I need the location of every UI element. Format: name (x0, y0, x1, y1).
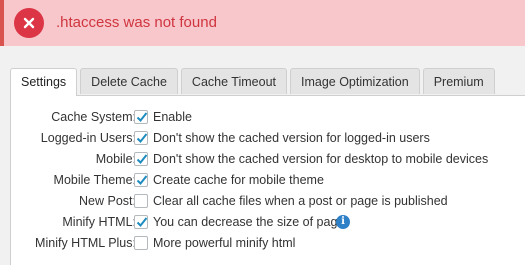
setting-row-cache-system: Cache System: Enable (11, 108, 525, 128)
setting-label: New Post: (79, 194, 136, 208)
tab-premium[interactable]: Premium (422, 68, 495, 94)
setting-label: Mobile: (95, 152, 136, 166)
setting-row-minify-html: Minify HTML: You can decrease the size o… (11, 213, 525, 233)
setting-row-logged-in-users: Logged-in Users: Don't show the cached v… (11, 129, 525, 149)
notice-message: .htaccess was not found (56, 14, 217, 31)
error-notice: .htaccess was not found (0, 0, 525, 46)
setting-row-mobile: Mobile: Don't show the cached version fo… (11, 150, 525, 170)
minify-html-plus-checkbox[interactable] (134, 236, 148, 250)
setting-description: Clear all cache files when a post or pag… (153, 194, 448, 208)
checkmark-icon (136, 112, 148, 122)
checkmark-icon (136, 175, 148, 185)
mobile-theme-checkbox[interactable] (134, 173, 148, 187)
settings-tabs: Settings Delete Cache Cache Timeout Imag… (10, 68, 498, 96)
setting-description: Enable (153, 110, 192, 124)
setting-label: Minify HTML Plus: (35, 236, 136, 250)
setting-description: More powerful minify html (153, 236, 296, 250)
setting-description: Don't show the cached version for logged… (153, 131, 430, 145)
info-icon[interactable]: i (336, 215, 350, 229)
cache-system-checkbox[interactable] (134, 110, 148, 124)
setting-row-new-post: New Post: Clear all cache files when a p… (11, 192, 525, 212)
new-post-checkbox[interactable] (134, 194, 148, 208)
checkmark-icon (136, 217, 148, 227)
setting-row-mobile-theme: Mobile Theme: Create cache for mobile th… (11, 171, 525, 191)
setting-label: Logged-in Users: (40, 131, 136, 145)
setting-description: You can decrease the size of page (153, 215, 345, 229)
setting-label: Minify HTML: (62, 215, 136, 229)
setting-row-minify-html-plus: Minify HTML Plus: More powerful minify h… (11, 234, 525, 254)
error-x-icon (14, 8, 44, 38)
minify-html-checkbox[interactable] (134, 215, 148, 229)
setting-label: Mobile Theme: (53, 173, 136, 187)
setting-description: Create cache for mobile theme (153, 173, 324, 187)
setting-description: Don't show the cached version for deskto… (153, 152, 489, 166)
checkmark-icon (136, 133, 148, 143)
tab-image-optimization[interactable]: Image Optimization (290, 68, 420, 94)
tab-cache-timeout[interactable]: Cache Timeout (180, 68, 287, 94)
mobile-checkbox[interactable] (134, 152, 148, 166)
checkmark-icon (136, 154, 148, 164)
tab-settings[interactable]: Settings (10, 68, 78, 96)
settings-panel: Cache System: Enable Logged-in Users: Do… (10, 95, 525, 265)
setting-label: Cache System: (51, 110, 136, 124)
tab-delete-cache[interactable]: Delete Cache (80, 68, 178, 94)
logged-in-users-checkbox[interactable] (134, 131, 148, 145)
